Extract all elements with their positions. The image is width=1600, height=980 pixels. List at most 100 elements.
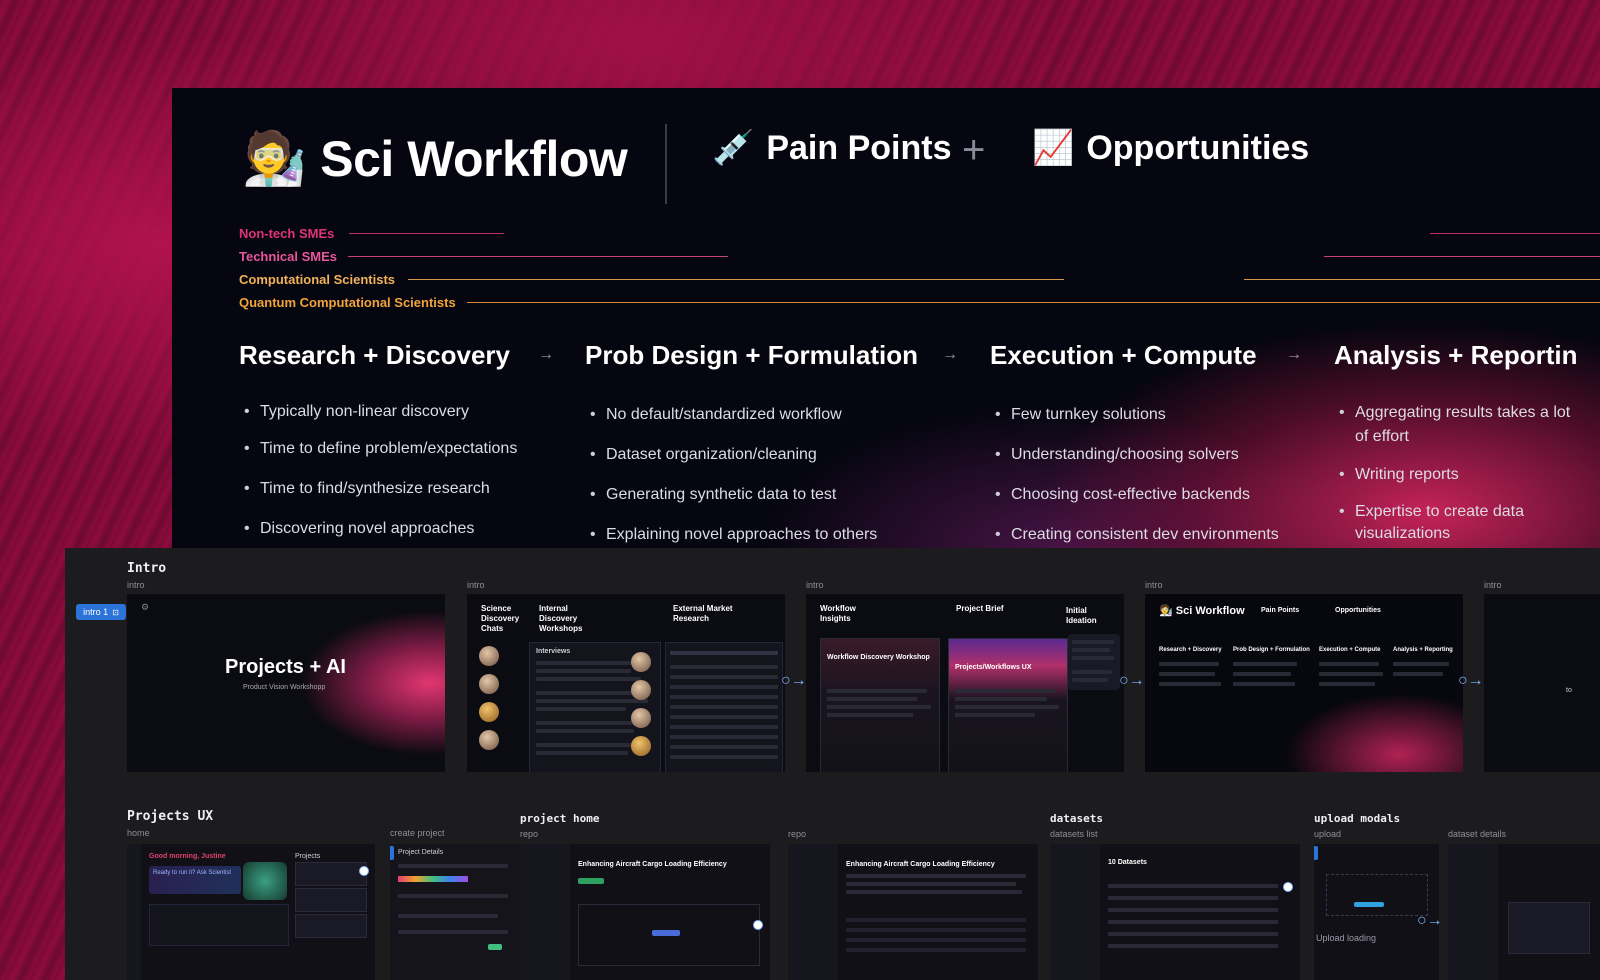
connector-arrow[interactable]: ○→ (1119, 672, 1145, 690)
avatar (479, 730, 499, 750)
table-panel (665, 642, 783, 772)
persona-non-tech-smes: Non-tech SMEs (239, 226, 335, 241)
column-heading: Science Discovery Chats (481, 604, 520, 633)
connector-node[interactable] (753, 920, 763, 930)
dataset-details-frame[interactable] (1448, 844, 1600, 980)
syringe-icon: 💉 (712, 129, 755, 167)
persona-line (467, 302, 1600, 303)
analysis-bullets: Aggregating results takes a lot of effor… (1339, 401, 1579, 545)
connector-node[interactable] (1283, 882, 1293, 892)
avatar (631, 736, 651, 756)
status-badge (578, 878, 604, 884)
research-bullets: Typically non-linear discovery Time to d… (244, 401, 544, 540)
frame-label: intro (806, 580, 824, 590)
persona-quantum-computational-scientists: Quantum Computational Scientists (239, 295, 456, 310)
mini-stage: Execution + Compute (1319, 647, 1381, 653)
frame-subheading: Product Vision Workshopp (243, 684, 326, 691)
bullet-item: Few turnkey solutions (995, 404, 1315, 426)
upload-progress (1354, 902, 1384, 907)
create-button[interactable] (488, 944, 502, 950)
intro-frame-sci-workflow[interactable]: 🧑‍🔬 Sci Workflow Pain Points Opportuniti… (1145, 594, 1463, 772)
pain-points-heading: 💉 Pain Points (712, 128, 952, 168)
bullet-item: Explaining novel approaches to others (590, 524, 910, 546)
column-heading: Project Brief (956, 604, 1004, 613)
opportunities-heading: 📈 Opportunities (1032, 128, 1310, 168)
avatar (479, 702, 499, 722)
mascot-image (243, 862, 287, 900)
mini-sidebar (1448, 844, 1498, 980)
persona-computational-scientists: Computational Scientists (239, 272, 396, 287)
upload-loading-label: Upload loading (1316, 933, 1377, 943)
avatar (479, 674, 499, 694)
datasets-count: 10 Datasets (1108, 859, 1147, 866)
bullet-item: Time to define problem/expectations (244, 438, 544, 460)
projects-home-frame[interactable]: Good morning, Justine Ready to run it? A… (127, 844, 375, 980)
connector-node[interactable] (359, 866, 369, 876)
bullet-item: Generating synthetic data to test (590, 484, 910, 506)
ai-card[interactable]: Ready to run it? Ask Scientist (149, 866, 241, 894)
stage-title-prob-design: Prob Design + Formulation (585, 340, 918, 370)
mini-stage: Prob Design + Formulation (1233, 647, 1310, 653)
mini-sidebar (1050, 844, 1100, 980)
column-heading: External Market Research (673, 604, 733, 623)
persona-line (408, 279, 1064, 280)
bullet-item: Aggregating results takes a lot of effor… (1339, 401, 1579, 449)
color-swatches[interactable] (398, 876, 468, 882)
frame-label: intro (1484, 580, 1502, 590)
section-title-intro: Intro (127, 561, 167, 576)
persona-line (1324, 256, 1600, 257)
project-home-frame-2[interactable]: Enhancing Aircraft Cargo Loading Efficie… (788, 844, 1038, 980)
section-title-datasets: datasets (1050, 812, 1103, 825)
bullet-item: Writing reports (1339, 464, 1579, 486)
frame-label: datasets list (1050, 829, 1098, 839)
frame-tag-icon (390, 846, 394, 860)
avatar (631, 652, 651, 672)
project-heading: Enhancing Aircraft Cargo Loading Efficie… (578, 861, 727, 868)
avatar (631, 708, 651, 728)
design-canvas[interactable]: Intro intro 1 ⊡ intro intro intro intro … (65, 548, 1600, 980)
section-title-project-home: project home (520, 812, 600, 825)
bullet-item: Expertise to create data visualizations (1339, 501, 1579, 545)
avatar (479, 646, 499, 666)
persona-line (1244, 279, 1600, 280)
arrow-right-icon: → (942, 346, 958, 363)
frame-tag-icon (1314, 846, 1318, 860)
bullet-item: No default/standardized workflow (590, 404, 910, 426)
mini-sidebar (788, 844, 838, 980)
frame-label: upload (1314, 829, 1342, 839)
intro-frame-insights[interactable]: Workflow Insights Project Brief Initial … (806, 594, 1124, 772)
arrow-right-icon: → (538, 346, 554, 363)
intro-frame-discovery[interactable]: Science Discovery Chats Internal Discove… (467, 594, 785, 772)
connector-arrow[interactable]: ○→ (1458, 672, 1484, 690)
project-home-frame-1[interactable]: Enhancing Aircraft Cargo Loading Efficie… (520, 844, 770, 980)
intro-frame-next[interactable]: to (1484, 594, 1600, 772)
project-heading: Enhancing Aircraft Cargo Loading Efficie… (846, 861, 995, 868)
mini-sidebar (127, 844, 141, 980)
create-project-frame[interactable]: Project Details (390, 844, 520, 980)
column-heading: Workflow Insights (820, 604, 856, 623)
frame-label: home (127, 828, 150, 838)
intro-tag[interactable]: intro 1 ⊡ (76, 604, 126, 620)
column-heading: Initial Ideation (1066, 606, 1097, 625)
connector-arrow[interactable]: ○→ (1417, 912, 1443, 930)
dropzone[interactable] (1326, 874, 1428, 916)
details-card (1508, 902, 1590, 954)
connector-arrow[interactable]: ○→ (781, 672, 807, 690)
datasets-list-frame[interactable]: 10 Datasets (1050, 844, 1300, 980)
persona-line (349, 233, 504, 234)
persona-line (1430, 233, 1600, 234)
execution-bullets: Few turnkey solutions Understanding/choo… (995, 404, 1315, 546)
frame-label: intro (1145, 580, 1163, 590)
persona-technical-smes: Technical SMEs (239, 249, 338, 264)
upload-button[interactable] (652, 930, 680, 936)
arrow-right-icon: → (1286, 346, 1302, 363)
workflow-slide: 🧑‍🔬 Sci Workflow 💉 Pain Points + 📈 Oppor… (172, 88, 1600, 548)
intro-frame-projects-ai[interactable]: ⚙ Projects + AI Product Vision Workshopp (127, 594, 445, 772)
section-title-upload-modals: upload modals (1314, 812, 1401, 825)
frame-label: intro (127, 580, 145, 590)
bullet-item: Creating consistent dev environments (995, 524, 1315, 546)
project-details-title: Project Details (398, 849, 444, 856)
mini-opportunities: Opportunities (1335, 607, 1381, 614)
bullet-item: Dataset organization/cleaning (590, 444, 910, 466)
scientist-icon: 🧑‍🔬 (242, 130, 307, 188)
